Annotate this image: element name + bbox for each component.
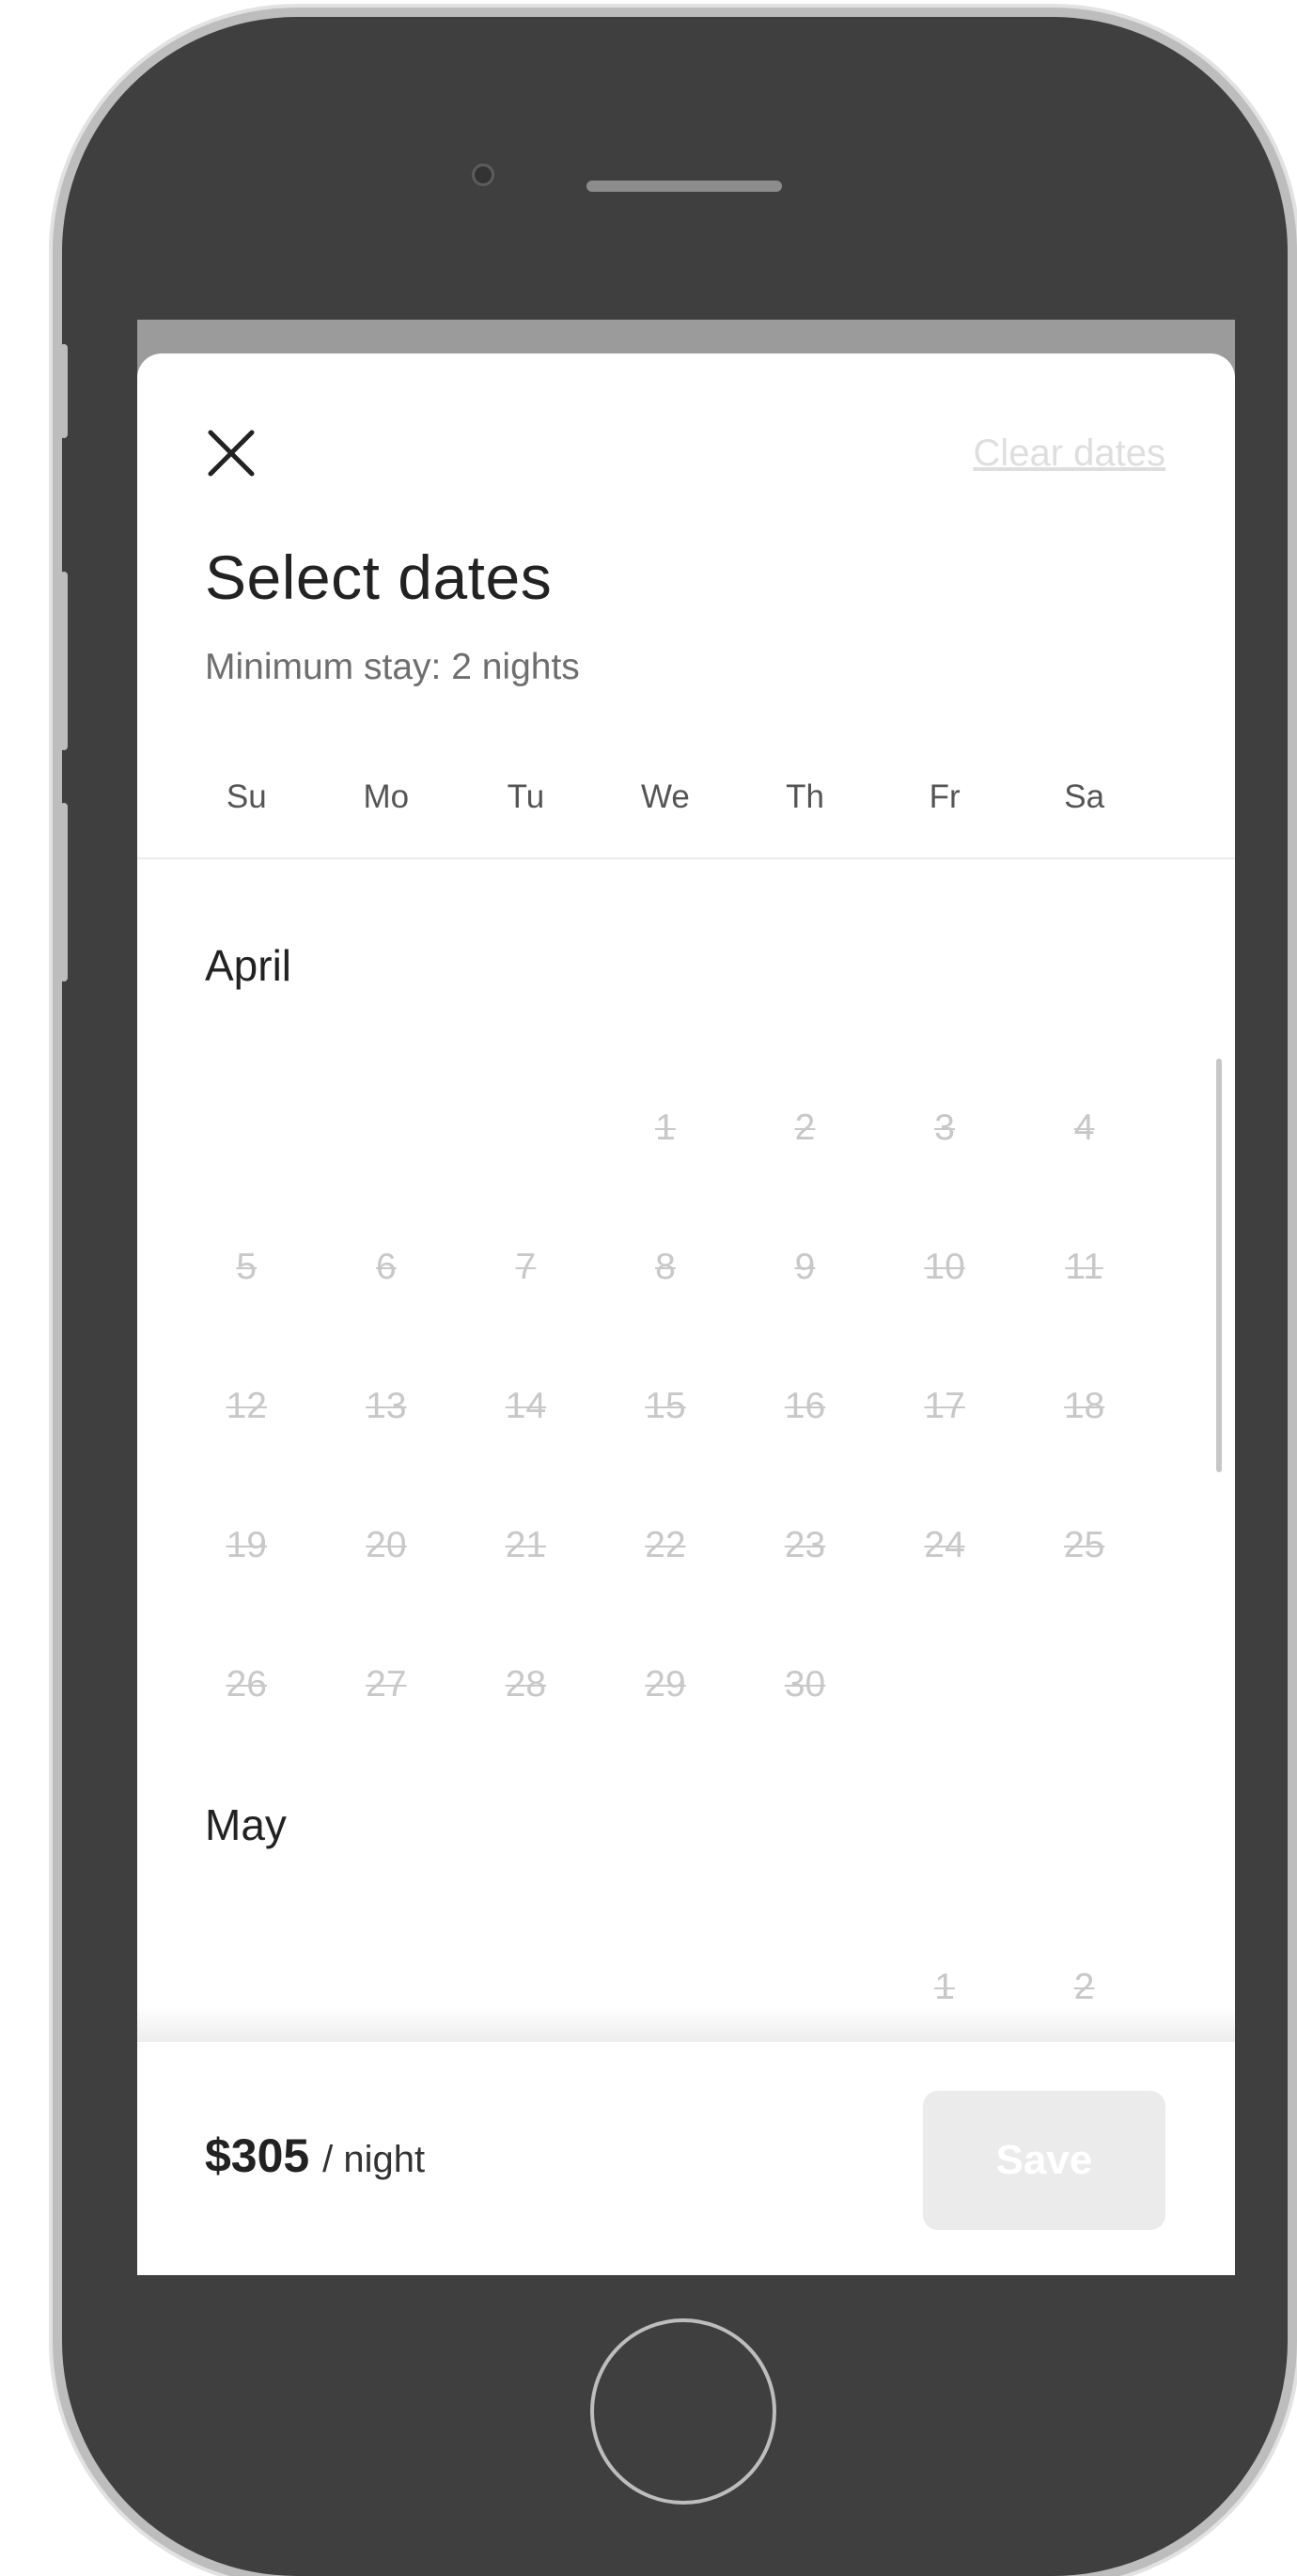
calendar-day bbox=[317, 1059, 457, 1198]
calendar-week: 5 6 7 8 9 10 11 bbox=[177, 1198, 1154, 1337]
weekday-header: Su Mo Tu We Th Fr Sa bbox=[177, 778, 1154, 816]
scroll-fade bbox=[137, 2006, 1235, 2040]
calendar-week: 12 13 14 15 16 17 18 bbox=[177, 1337, 1154, 1476]
page-title: Select dates bbox=[205, 542, 553, 612]
screen: Clear dates Select dates Minimum stay: 2… bbox=[137, 320, 1235, 2275]
calendar-day: 20 bbox=[366, 1525, 407, 1565]
month-label-april: April bbox=[205, 941, 292, 990]
calendar-day: 8 bbox=[655, 1247, 676, 1287]
volume-down-button bbox=[62, 803, 68, 982]
calendar-day: 16 bbox=[784, 1386, 826, 1426]
calendar-day bbox=[177, 1059, 317, 1198]
calendar-day: 27 bbox=[366, 1664, 407, 1704]
weekday-label: Sa bbox=[1064, 778, 1105, 815]
weekday-label: Mo bbox=[363, 778, 410, 815]
calendar-week: 19 20 21 22 23 24 25 bbox=[177, 1476, 1154, 1615]
calendar-day: 7 bbox=[515, 1247, 537, 1287]
clear-dates-link[interactable]: Clear dates bbox=[973, 432, 1165, 475]
calendar-day: 23 bbox=[784, 1525, 826, 1565]
calendar-day: 14 bbox=[505, 1386, 547, 1426]
price-unit: / night bbox=[322, 2139, 426, 2180]
calendar-day: 18 bbox=[1063, 1386, 1105, 1426]
calendar-day: 3 bbox=[934, 1107, 955, 1148]
calendar-day: 2 bbox=[794, 1107, 816, 1148]
home-button[interactable] bbox=[590, 2318, 776, 2505]
calendar-week: 1 2 3 4 bbox=[177, 1059, 1154, 1198]
calendar-day bbox=[456, 1059, 596, 1198]
calendar-day: 4 bbox=[1073, 1107, 1095, 1148]
close-icon bbox=[208, 430, 255, 477]
price-amount: $305 bbox=[205, 2129, 310, 2182]
calendar-scrollbar[interactable] bbox=[1216, 1059, 1222, 1472]
close-button[interactable] bbox=[203, 425, 259, 481]
calendar-day: 19 bbox=[226, 1525, 267, 1565]
booking-footer: $305 / night Save bbox=[137, 2040, 1235, 2275]
calendar-day: 25 bbox=[1063, 1525, 1105, 1565]
header-divider bbox=[137, 857, 1235, 859]
weekday-label: We bbox=[641, 778, 690, 815]
calendar-day: 11 bbox=[1065, 1247, 1103, 1287]
minimum-stay-note: Minimum stay: 2 nights bbox=[205, 647, 580, 687]
weekday-label: Tu bbox=[507, 778, 545, 815]
calendar-day bbox=[1014, 1615, 1154, 1754]
front-camera bbox=[472, 164, 494, 186]
calendar-day: 13 bbox=[366, 1386, 407, 1426]
select-dates-sheet: Clear dates Select dates Minimum stay: 2… bbox=[137, 353, 1235, 2275]
calendar-day bbox=[875, 1615, 1015, 1754]
calendar-day: 28 bbox=[505, 1664, 547, 1704]
calendar-day: 17 bbox=[924, 1386, 965, 1426]
calendar-day: 10 bbox=[924, 1247, 965, 1287]
save-button[interactable]: Save bbox=[923, 2091, 1165, 2230]
calendar-day: 6 bbox=[375, 1247, 397, 1287]
calendar-day: 1 bbox=[655, 1107, 676, 1148]
calendar-day: 30 bbox=[784, 1664, 826, 1704]
calendar-grid-april: 1 2 3 4 5 6 7 8 9 10 11 12 13 14 15 16 1… bbox=[177, 1059, 1154, 1754]
volume-up-button bbox=[62, 572, 68, 750]
silent-switch bbox=[62, 344, 68, 438]
calendar-day: 9 bbox=[794, 1247, 816, 1287]
weekday-label: Fr bbox=[929, 778, 961, 815]
calendar-day: 15 bbox=[645, 1386, 686, 1426]
calendar-day: 22 bbox=[645, 1525, 686, 1565]
weekday-label: Th bbox=[786, 778, 824, 815]
calendar-day: 12 bbox=[226, 1386, 267, 1426]
calendar-day: 21 bbox=[505, 1525, 547, 1565]
calendar-day: 5 bbox=[236, 1247, 258, 1287]
calendar-week: 26 27 28 29 30 bbox=[177, 1615, 1154, 1754]
calendar-day: 26 bbox=[226, 1664, 267, 1704]
calendar-day: 29 bbox=[645, 1664, 686, 1704]
month-label-may: May bbox=[205, 1800, 287, 1849]
phone-frame: Clear dates Select dates Minimum stay: 2… bbox=[62, 17, 1288, 2576]
weekday-label: Su bbox=[226, 778, 267, 815]
calendar-day: 24 bbox=[924, 1525, 965, 1565]
nightly-price: $305 / night bbox=[205, 2128, 425, 2183]
earpiece-speaker bbox=[586, 181, 782, 192]
